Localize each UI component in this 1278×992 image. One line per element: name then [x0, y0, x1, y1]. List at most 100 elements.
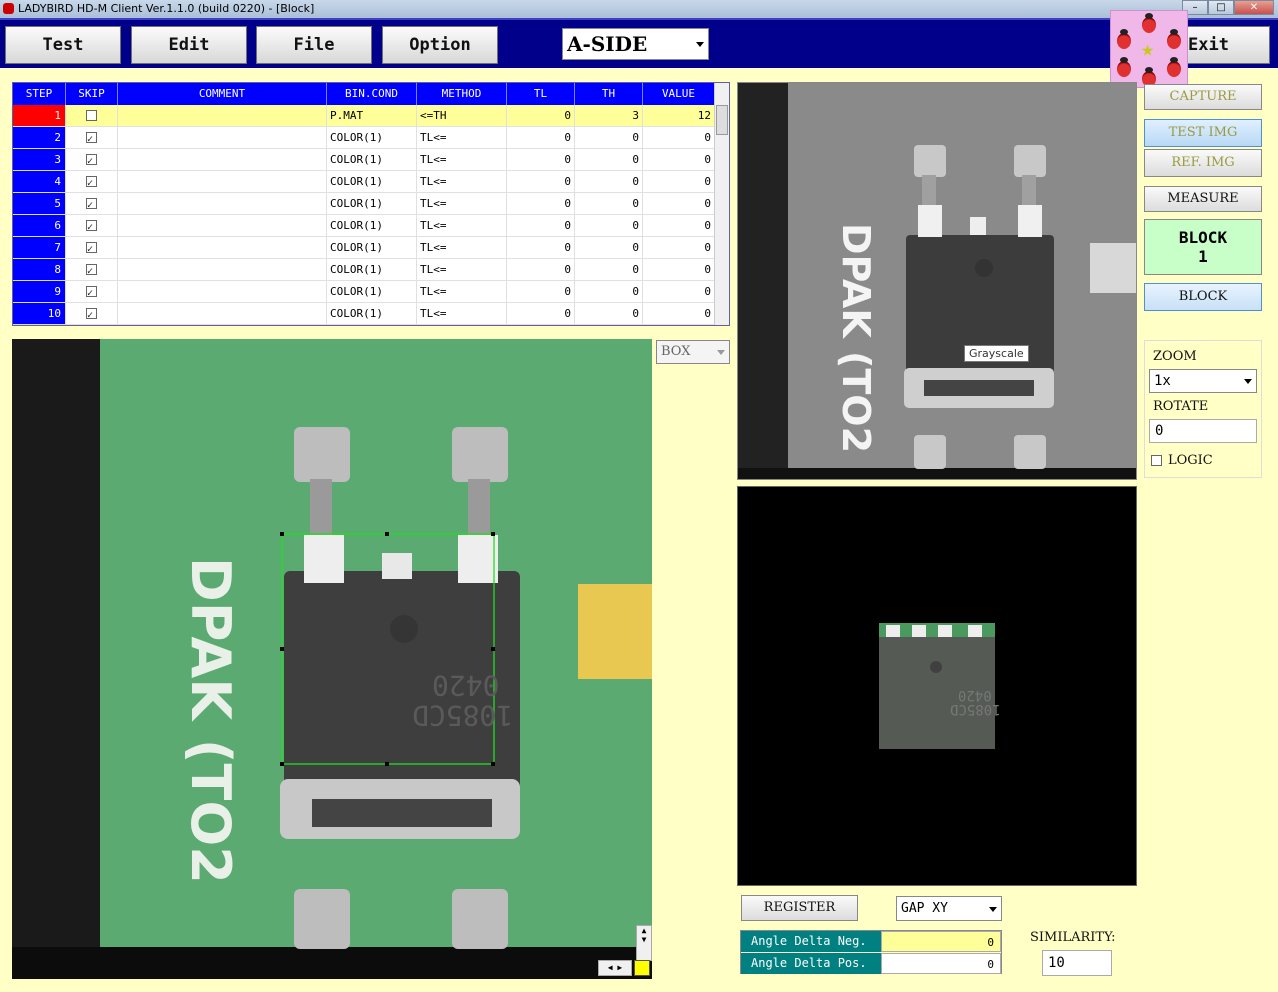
tl-cell[interactable]: 0	[507, 193, 575, 214]
main-image-view[interactable]: DPAK (TO2 0420 1085CD ▲ ▼ ◀ ▶	[12, 339, 652, 979]
test-button[interactable]: Test	[5, 26, 121, 64]
comment-cell[interactable]	[118, 259, 327, 280]
table-row[interactable]: 6COLOR(1)TL<=000	[13, 215, 715, 237]
step-cell[interactable]: 7	[13, 237, 66, 258]
bin-cond-cell[interactable]: COLOR(1)	[327, 259, 417, 280]
method-cell[interactable]: <=TH	[417, 105, 507, 126]
skip-cell[interactable]	[66, 303, 118, 324]
value-cell[interactable]: 0	[643, 281, 715, 302]
col-bin-cond[interactable]: BIN.COND	[327, 83, 417, 105]
th-cell[interactable]: 0	[575, 193, 643, 214]
comment-cell[interactable]	[118, 105, 327, 126]
value-cell[interactable]: 12	[643, 105, 715, 126]
skip-cell[interactable]	[66, 237, 118, 258]
th-cell[interactable]: 0	[575, 149, 643, 170]
skip-cell[interactable]	[66, 281, 118, 302]
skip-cell[interactable]	[66, 149, 118, 170]
bin-cond-cell[interactable]: COLOR(1)	[327, 215, 417, 236]
step-cell[interactable]: 4	[13, 171, 66, 192]
step-cell[interactable]: 2	[13, 127, 66, 148]
test-img-button[interactable]: TEST IMG	[1144, 119, 1262, 147]
tl-cell[interactable]: 0	[507, 281, 575, 302]
scroll-thumb[interactable]	[716, 105, 728, 135]
bin-cond-cell[interactable]: COLOR(1)	[327, 237, 417, 258]
step-cell[interactable]: 5	[13, 193, 66, 214]
method-cell[interactable]: TL<=	[417, 127, 507, 148]
grid-scrollbar[interactable]	[714, 83, 729, 325]
col-tl[interactable]: TL	[507, 83, 575, 105]
grayscale-view[interactable]: DPAK (TO2 Grayscale	[737, 82, 1137, 480]
measure-button[interactable]: MEASURE	[1144, 186, 1262, 212]
tl-cell[interactable]: 0	[507, 127, 575, 148]
col-step[interactable]: STEP	[13, 83, 66, 105]
tl-cell[interactable]: 0	[507, 105, 575, 126]
method-cell[interactable]: TL<=	[417, 193, 507, 214]
value-cell[interactable]: 0	[643, 127, 715, 148]
skip-checkbox[interactable]	[86, 195, 97, 214]
step-cell[interactable]: 9	[13, 281, 66, 302]
table-row[interactable]: 2COLOR(1)TL<=000	[13, 127, 715, 149]
comment-cell[interactable]	[118, 303, 327, 324]
gap-select[interactable]: GAP XY	[896, 896, 1002, 921]
th-cell[interactable]: 0	[575, 215, 643, 236]
skip-cell[interactable]	[66, 193, 118, 214]
tl-cell[interactable]: 0	[507, 237, 575, 258]
bin-cond-cell[interactable]: COLOR(1)	[327, 127, 417, 148]
template-view[interactable]: 0420 1085CD	[737, 486, 1137, 886]
capture-button[interactable]: CAPTURE	[1144, 84, 1262, 110]
skip-checkbox[interactable]	[86, 151, 97, 170]
bin-cond-cell[interactable]: P.MAT	[327, 105, 417, 126]
method-cell[interactable]: TL<=	[417, 259, 507, 280]
method-cell[interactable]: TL<=	[417, 303, 507, 324]
file-button[interactable]: File	[256, 26, 372, 64]
table-row[interactable]: 7COLOR(1)TL<=000	[13, 237, 715, 259]
method-cell[interactable]: TL<=	[417, 171, 507, 192]
col-skip[interactable]: SKIP	[66, 83, 118, 105]
value-cell[interactable]: 0	[643, 193, 715, 214]
skip-cell[interactable]	[66, 215, 118, 236]
comment-cell[interactable]	[118, 171, 327, 192]
skip-checkbox[interactable]	[86, 217, 97, 236]
skip-checkbox[interactable]	[86, 283, 97, 302]
step-cell[interactable]: 6	[13, 215, 66, 236]
method-cell[interactable]: TL<=	[417, 237, 507, 258]
table-row[interactable]: 3COLOR(1)TL<=000	[13, 149, 715, 171]
tl-cell[interactable]: 0	[507, 303, 575, 324]
table-row[interactable]: 8COLOR(1)TL<=000	[13, 259, 715, 281]
tl-cell[interactable]: 0	[507, 259, 575, 280]
bin-cond-cell[interactable]: COLOR(1)	[327, 171, 417, 192]
rotate-input[interactable]: 0	[1149, 419, 1257, 443]
table-row[interactable]: 4COLOR(1)TL<=000	[13, 171, 715, 193]
bin-cond-cell[interactable]: COLOR(1)	[327, 303, 417, 324]
step-grid[interactable]: STEP SKIP COMMENT BIN.COND METHOD TL TH …	[12, 82, 730, 326]
similarity-input[interactable]: 10	[1042, 950, 1112, 976]
comment-cell[interactable]	[118, 215, 327, 236]
skip-checkbox[interactable]	[86, 129, 97, 148]
comment-cell[interactable]	[118, 193, 327, 214]
image-hscroll[interactable]: ◀ ▶	[598, 960, 632, 976]
method-cell[interactable]: TL<=	[417, 215, 507, 236]
skip-checkbox[interactable]	[86, 173, 97, 192]
step-cell[interactable]: 1	[13, 105, 66, 126]
value-cell[interactable]: 0	[643, 149, 715, 170]
col-th[interactable]: TH	[575, 83, 643, 105]
th-cell[interactable]: 0	[575, 303, 643, 324]
ref-img-button[interactable]: REF. IMG	[1144, 149, 1262, 177]
value-cell[interactable]: 0	[643, 237, 715, 258]
logic-checkbox-row[interactable]: LOGIC	[1151, 453, 1213, 468]
image-vscroll[interactable]: ▲ ▼	[636, 925, 652, 961]
method-cell[interactable]: TL<=	[417, 281, 507, 302]
value-cell[interactable]: 0	[643, 171, 715, 192]
value-cell[interactable]: 0	[643, 215, 715, 236]
skip-checkbox[interactable]	[86, 239, 97, 258]
method-cell[interactable]: TL<=	[417, 149, 507, 170]
table-row[interactable]: 9COLOR(1)TL<=000	[13, 281, 715, 303]
register-button[interactable]: REGISTER	[741, 895, 858, 921]
tl-cell[interactable]: 0	[507, 171, 575, 192]
tl-cell[interactable]: 0	[507, 149, 575, 170]
maximize-icon[interactable]: □	[1208, 0, 1234, 15]
th-cell[interactable]: 0	[575, 237, 643, 258]
skip-cell[interactable]	[66, 127, 118, 148]
step-cell[interactable]: 8	[13, 259, 66, 280]
bin-cond-cell[interactable]: COLOR(1)	[327, 149, 417, 170]
